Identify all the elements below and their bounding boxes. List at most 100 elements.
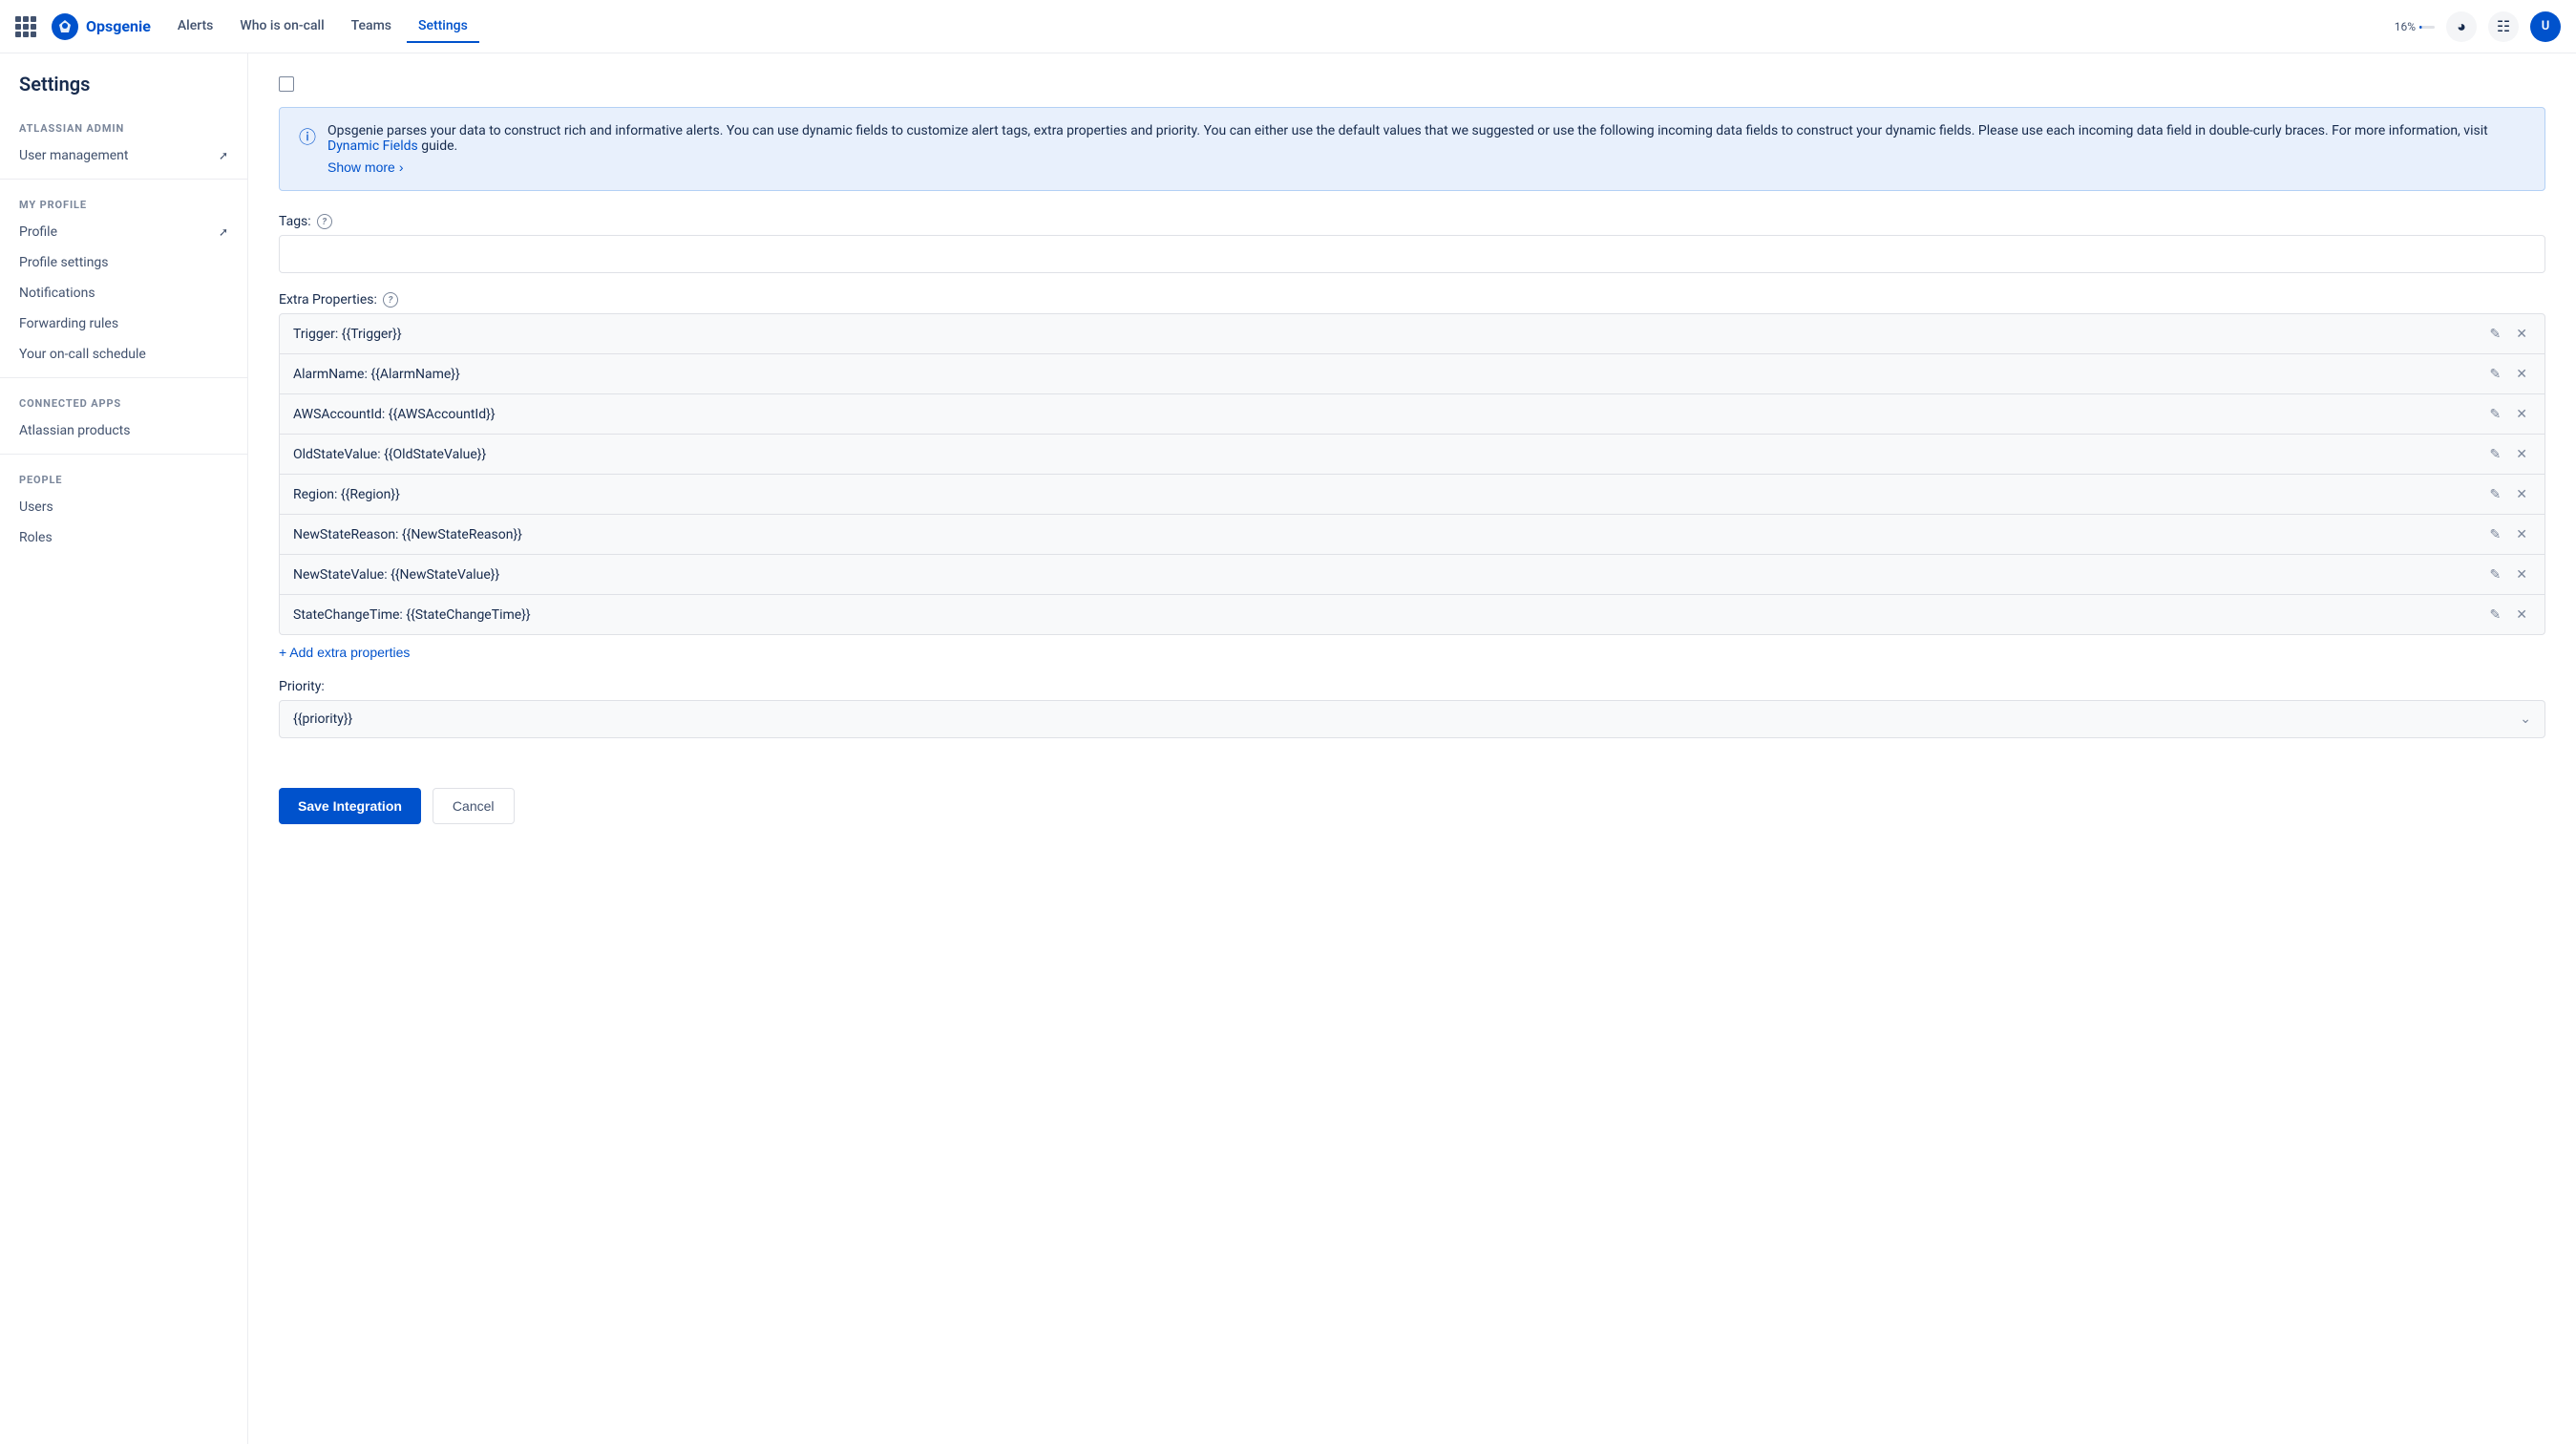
extra-properties-section: Extra Properties: ? Trigger: {{Trigger}}… — [279, 292, 2545, 660]
properties-list: Trigger: {{Trigger}} ✎ ✕ AlarmName: {{Al… — [279, 313, 2545, 635]
property-actions-trigger: ✎ ✕ — [2486, 324, 2531, 344]
app-logo[interactable]: Opsgenie — [52, 13, 151, 40]
show-more-arrow: › — [399, 159, 404, 175]
priority-wrapper: {{priority}} ⌄ — [279, 700, 2545, 738]
compass-icon-btn[interactable]: ◕ — [2446, 11, 2477, 42]
property-value-old-state-value: OldStateValue: {{OldStateValue}} — [293, 447, 486, 462]
sidebar-item-notifications[interactable]: Notifications — [0, 278, 247, 308]
info-content: Opsgenie parses your data to construct r… — [327, 123, 2525, 175]
nav-settings[interactable]: Settings — [407, 11, 479, 43]
section-label-connected-apps: CONNECTED APPS — [0, 386, 247, 415]
info-text: Opsgenie parses your data to construct r… — [327, 123, 2488, 138]
tags-help-icon[interactable]: ? — [317, 214, 332, 229]
property-actions-old-state-value: ✎ ✕ — [2486, 444, 2531, 464]
property-actions-alarm-name: ✎ ✕ — [2486, 364, 2531, 384]
property-actions-new-state-reason: ✎ ✕ — [2486, 524, 2531, 544]
nav-alerts[interactable]: Alerts — [166, 11, 225, 43]
grid-icon[interactable] — [15, 16, 36, 37]
property-row-old-state-value: OldStateValue: {{OldStateValue}} ✎ ✕ — [279, 435, 2545, 475]
property-row-region: Region: {{Region}} ✎ ✕ — [279, 475, 2545, 515]
sidebar-item-users[interactable]: Users — [0, 492, 247, 522]
property-value-trigger: Trigger: {{Trigger}} — [293, 327, 402, 342]
sidebar-item-label-profile-settings: Profile settings — [19, 255, 109, 270]
add-extra-label: + Add extra properties — [279, 645, 410, 660]
external-link-icon: ➚ — [219, 149, 228, 162]
sidebar: Settings ATLASSIAN ADMIN User management… — [0, 53, 248, 1444]
sidebar-item-profile[interactable]: Profile ➚ — [0, 217, 247, 247]
notifications-icon-btn[interactable]: ☷ — [2488, 11, 2519, 42]
sidebar-item-label-on-call-schedule: Your on-call schedule — [19, 347, 146, 362]
priority-select[interactable]: {{priority}} ⌄ — [279, 700, 2545, 738]
delete-property-new-state-reason[interactable]: ✕ — [2512, 524, 2531, 544]
nav-who-is-on-call[interactable]: Who is on-call — [228, 11, 335, 43]
property-row-trigger: Trigger: {{Trigger}} ✎ ✕ — [279, 313, 2545, 354]
nav-teams[interactable]: Teams — [340, 11, 403, 43]
edit-property-new-state-reason[interactable]: ✎ — [2486, 524, 2505, 544]
delete-property-state-change-time[interactable]: ✕ — [2512, 605, 2531, 625]
edit-property-aws-account-id[interactable]: ✎ — [2486, 404, 2505, 424]
property-value-aws-account-id: AWSAccountId: {{AWSAccountId}} — [293, 407, 496, 422]
show-more-button[interactable]: Show more › — [327, 159, 403, 175]
user-avatar[interactable]: U — [2530, 11, 2561, 42]
property-row-aws-account-id: AWSAccountId: {{AWSAccountId}} ✎ ✕ — [279, 394, 2545, 435]
edit-property-region[interactable]: ✎ — [2486, 484, 2505, 504]
tags-label: Tags: ? — [279, 214, 2545, 229]
nav-links: Alerts Who is on-call Teams Settings — [166, 11, 479, 43]
delete-property-alarm-name[interactable]: ✕ — [2512, 364, 2531, 384]
dynamic-fields-link[interactable]: Dynamic Fields — [327, 138, 418, 154]
priority-section: Priority: {{priority}} ⌄ — [279, 679, 2545, 738]
topnav-left: Opsgenie Alerts Who is on-call Teams Set… — [15, 11, 479, 43]
topnav-right: 16% ◕ ☷ U — [2395, 11, 2561, 42]
tags-section: Tags: ? — [279, 214, 2545, 273]
sidebar-item-label-forwarding-rules: Forwarding rules — [19, 316, 118, 331]
delete-property-trigger[interactable]: ✕ — [2512, 324, 2531, 344]
property-actions-new-state-value: ✎ ✕ — [2486, 564, 2531, 584]
extra-properties-help-icon[interactable]: ? — [383, 292, 398, 308]
property-actions-state-change-time: ✎ ✕ — [2486, 605, 2531, 625]
external-link-icon-profile: ➚ — [219, 225, 228, 239]
section-label-atlassian-admin: ATLASSIAN ADMIN — [0, 111, 247, 140]
edit-property-alarm-name[interactable]: ✎ — [2486, 364, 2505, 384]
progress-icon — [2419, 22, 2435, 32]
add-extra-properties-button[interactable]: + Add extra properties — [279, 645, 410, 660]
property-row-new-state-reason: NewStateReason: {{NewStateReason}} ✎ ✕ — [279, 515, 2545, 555]
property-value-alarm-name: AlarmName: {{AlarmName}} — [293, 367, 460, 382]
property-row-state-change-time: StateChangeTime: {{StateChangeTime}} ✎ ✕ — [279, 595, 2545, 635]
property-value-state-change-time: StateChangeTime: {{StateChangeTime}} — [293, 607, 531, 623]
sidebar-item-label-atlassian-products: Atlassian products — [19, 423, 131, 438]
property-value-new-state-value: NewStateValue: {{NewStateValue}} — [293, 567, 499, 583]
edit-property-trigger[interactable]: ✎ — [2486, 324, 2505, 344]
edit-property-old-state-value[interactable]: ✎ — [2486, 444, 2505, 464]
sidebar-item-roles[interactable]: Roles — [0, 522, 247, 553]
badge-text: 16% — [2395, 20, 2416, 33]
checkbox[interactable] — [279, 76, 294, 92]
sidebar-item-user-management[interactable]: User management ➚ — [0, 140, 247, 171]
tags-input[interactable] — [279, 235, 2545, 273]
edit-property-new-state-value[interactable]: ✎ — [2486, 564, 2505, 584]
sidebar-item-label-roles: Roles — [19, 530, 53, 545]
sidebar-item-atlassian-products[interactable]: Atlassian products — [0, 415, 247, 446]
nav-badge: 16% — [2395, 20, 2435, 33]
delete-property-region[interactable]: ✕ — [2512, 484, 2531, 504]
property-row-new-state-value: NewStateValue: {{NewStateValue}} ✎ ✕ — [279, 555, 2545, 595]
property-value-region: Region: {{Region}} — [293, 487, 400, 502]
property-row-alarm-name: AlarmName: {{AlarmName}} ✎ ✕ — [279, 354, 2545, 394]
sidebar-item-your-on-call-schedule[interactable]: Your on-call schedule — [0, 339, 247, 370]
sidebar-item-profile-settings[interactable]: Profile settings — [0, 247, 247, 278]
save-integration-button[interactable]: Save Integration — [279, 788, 421, 824]
delete-property-old-state-value[interactable]: ✕ — [2512, 444, 2531, 464]
checkbox-area — [279, 76, 2545, 107]
delete-property-aws-account-id[interactable]: ✕ — [2512, 404, 2531, 424]
delete-property-new-state-value[interactable]: ✕ — [2512, 564, 2531, 584]
sidebar-item-label-profile: Profile — [19, 224, 57, 240]
section-label-my-profile: MY PROFILE — [0, 187, 247, 217]
show-more-label: Show more — [327, 159, 395, 175]
opsgenie-logo-icon — [52, 13, 78, 40]
edit-property-state-change-time[interactable]: ✎ — [2486, 605, 2505, 625]
property-actions-aws-account-id: ✎ ✕ — [2486, 404, 2531, 424]
sidebar-item-forwarding-rules[interactable]: Forwarding rules — [0, 308, 247, 339]
divider-2 — [0, 377, 247, 378]
priority-label: Priority: — [279, 679, 2545, 694]
chevron-down-icon: ⌄ — [2520, 711, 2531, 727]
cancel-button[interactable]: Cancel — [433, 788, 515, 824]
